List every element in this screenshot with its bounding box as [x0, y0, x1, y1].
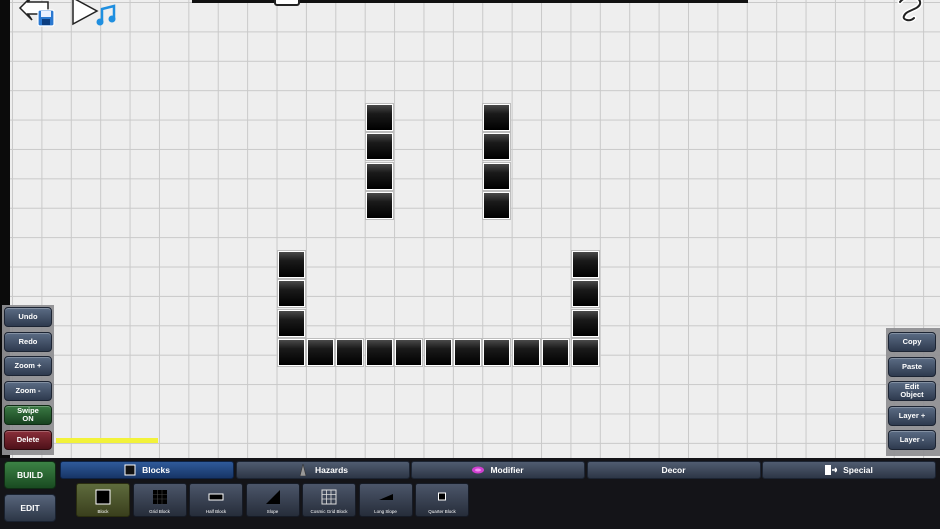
undo-button[interactable]: Undo: [4, 307, 52, 327]
edit-object-button[interactable]: Edit Object: [888, 381, 936, 402]
undo-label: Undo: [18, 312, 38, 321]
layer-label: Layer -: [899, 435, 925, 445]
object-block-preview: [77, 487, 129, 507]
tab-modifier[interactable]: Modifier: [411, 461, 585, 479]
zoom-button[interactable]: Zoom -: [4, 380, 52, 401]
delete-label: Delete: [16, 435, 40, 444]
object-slope[interactable]: Slope: [245, 483, 300, 517]
level-progress-knob[interactable]: [273, 0, 300, 6]
placed-block[interactable]: [483, 192, 511, 220]
tab-special-label: Special: [843, 465, 873, 475]
portal-icon: [472, 466, 485, 474]
tab-special[interactable]: Special: [762, 461, 936, 479]
swipe-selection-indicator: [56, 438, 158, 443]
placed-block[interactable]: [365, 162, 393, 190]
placed-block[interactable]: [571, 280, 599, 308]
object-half-block[interactable]: Half Block: [189, 483, 243, 517]
object-grid-block-preview: [134, 487, 186, 507]
quarter-block-icon: [438, 492, 446, 501]
redo-label: Redo: [18, 336, 38, 346]
placed-block[interactable]: [277, 251, 305, 278]
placed-block[interactable]: [571, 339, 599, 367]
tab-hazards[interactable]: Hazards: [235, 461, 410, 479]
object-half-block-label: Half Block: [205, 509, 227, 514]
placed-block[interactable]: [483, 133, 511, 161]
tab-hazards-label: Hazards: [314, 465, 349, 475]
tab-decor[interactable]: Decor: [586, 461, 761, 479]
placed-block[interactable]: [395, 339, 423, 367]
tab-modifier-label: Modifier: [490, 465, 524, 475]
placed-block[interactable]: [365, 104, 393, 131]
object-half-block-preview: [190, 487, 242, 507]
playtest-music-icon[interactable]: [70, 0, 120, 28]
placed-block[interactable]: [277, 280, 305, 308]
object-cosmic-grid-block-preview: [303, 487, 355, 507]
delete-button[interactable]: Delete: [4, 430, 52, 450]
layer-label: Layer +: [898, 410, 926, 420]
copy-label: Copy: [902, 337, 922, 346]
block-square-icon: [124, 464, 136, 476]
zoom-label: Zoom +: [14, 361, 42, 371]
placed-block[interactable]: [365, 133, 393, 161]
object-long-slope-preview: [360, 487, 412, 507]
copy-button[interactable]: Copy: [888, 332, 936, 352]
zoom-button[interactable]: Zoom +: [4, 356, 52, 377]
layer-button[interactable]: Layer +: [888, 405, 936, 426]
build-mode-label: BUILD: [17, 470, 43, 480]
tab-blocks[interactable]: Blocks: [60, 461, 234, 479]
swipe-on-button[interactable]: Swipe ON: [4, 405, 52, 426]
object-grid-block[interactable]: Grid Block: [132, 483, 187, 517]
placed-block[interactable]: [483, 162, 511, 190]
placed-block[interactable]: [306, 339, 334, 367]
object-long-slope[interactable]: Long Slope: [358, 483, 413, 517]
object-cosmic-grid-block[interactable]: Cosmic Grid Block: [302, 483, 356, 517]
object-quarter-block[interactable]: Quarter Block: [415, 483, 469, 517]
swipe-on-label: Swipe ON: [17, 406, 39, 424]
placed-block[interactable]: [336, 339, 364, 367]
placed-block[interactable]: [424, 339, 452, 367]
object-slope-label: Slope: [266, 509, 279, 514]
settings-gear-icon[interactable]: [896, 0, 926, 22]
build-mode-button[interactable]: BUILD: [4, 461, 56, 489]
trigger-icon: [825, 465, 838, 475]
spike-icon: [299, 464, 307, 476]
back-save-icon[interactable]: [10, 0, 62, 28]
object-quarter-block-label: Quarter Block: [428, 509, 456, 514]
layer-button[interactable]: Layer -: [888, 430, 936, 451]
placed-block[interactable]: [483, 339, 511, 367]
zoom-label: Zoom -: [15, 385, 41, 395]
placed-block[interactable]: [542, 339, 570, 367]
object-quarter-block-preview: [416, 487, 468, 507]
placed-block[interactable]: [483, 104, 511, 131]
object-block[interactable]: Block: [76, 483, 130, 517]
object-cosmic-grid-block-label: Cosmic Grid Block: [310, 509, 348, 514]
grid-block-icon: [152, 490, 167, 504]
long-slope-icon: [378, 494, 393, 500]
paste-button[interactable]: Paste: [888, 356, 936, 377]
redo-button[interactable]: Redo: [4, 331, 52, 352]
cosmic-grid-block-icon: [321, 489, 337, 505]
placed-block[interactable]: [571, 251, 599, 278]
placed-block[interactable]: [365, 339, 393, 367]
half-block-icon: [208, 493, 224, 501]
edit-mode-button[interactable]: EDIT: [4, 494, 56, 522]
paste-label: Paste: [901, 361, 922, 371]
placed-block[interactable]: [277, 339, 305, 367]
placed-block[interactable]: [277, 309, 305, 337]
tab-blocks-label: Blocks: [142, 465, 170, 475]
level-editor-grid[interactable]: [10, 0, 940, 458]
object-slope-preview: [247, 487, 299, 507]
edit-mode-label: EDIT: [20, 503, 40, 513]
placed-block[interactable]: [571, 309, 599, 337]
edit-object-label: Edit Object: [900, 382, 924, 400]
placed-block[interactable]: [453, 339, 481, 367]
object-block-label: Block: [97, 509, 109, 514]
tab-decor-label: Decor: [661, 465, 686, 475]
block-icon: [95, 489, 111, 505]
object-grid-block-label: Grid Block: [149, 509, 170, 514]
placed-block[interactable]: [365, 192, 393, 220]
slope-icon: [265, 490, 280, 504]
object-long-slope-label: Long Slope: [374, 509, 397, 514]
placed-block[interactable]: [512, 339, 540, 367]
